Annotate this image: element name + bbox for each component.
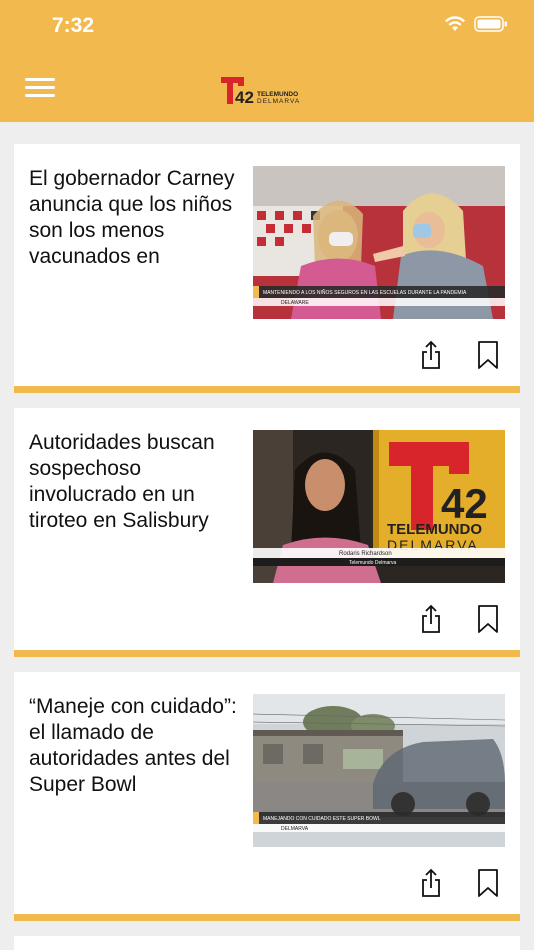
article-title[interactable]: El gobernador Carney anuncia que los niñ… [29, 166, 241, 270]
article-feed: El gobernador Carney anuncia que los niñ… [14, 144, 520, 936]
thumb-org: Telemundo Delmarva [349, 560, 396, 566]
bookmark-icon[interactable] [476, 339, 500, 371]
article-thumbnail[interactable]: MANTENIENDO A LOS NIÑOS SEGUROS EN LAS E… [253, 166, 505, 319]
article-card[interactable]: Autoridades buscan sospechoso involucrad… [14, 408, 520, 657]
thumb-name: Rodaris Richardson [339, 551, 392, 557]
wifi-icon [445, 16, 465, 31]
thumb-location: DELMARVA [281, 826, 309, 832]
thumb-logo-line1: TELEMUNDO [387, 521, 482, 538]
share-icon[interactable] [419, 603, 443, 635]
thumb-location: DELAWARE [281, 300, 309, 306]
battery-icon [474, 16, 507, 32]
logo-number: 42 [235, 88, 254, 106]
article-thumbnail[interactable]: 42 TELEMUNDO DELMARVA Rodaris Richardson… [253, 430, 505, 583]
article-thumbnail[interactable]: MANEJANDO CON CUIDADO ESTE SUPER BOWL DE… [253, 694, 505, 847]
thumb-logo-number: 42 [441, 480, 488, 527]
top-bar: 7:32 42 TELEMUNDO DELMARVA [0, 0, 534, 122]
share-icon[interactable] [419, 339, 443, 371]
article-actions [419, 339, 500, 371]
logo-line2: DELMARVA [257, 98, 300, 105]
telemundo-logo: 42 TELEMUNDO DELMARVA [221, 77, 300, 106]
article-actions [419, 867, 500, 899]
article-card[interactable]: El gobernador Carney anuncia que los niñ… [14, 144, 520, 393]
logo-line1: TELEMUNDO [257, 91, 298, 98]
article-card[interactable]: “Maneje con cuidado”: el llamado de auto… [14, 672, 520, 921]
bookmark-icon[interactable] [476, 867, 500, 899]
card-divider [14, 386, 520, 393]
article-card-partial[interactable] [14, 936, 520, 950]
share-icon[interactable] [419, 867, 443, 899]
thumb-caption: MANEJANDO CON CUIDADO ESTE SUPER BOWL [263, 816, 381, 822]
article-title[interactable]: Autoridades buscan sospechoso involucrad… [29, 430, 241, 534]
article-actions [419, 603, 500, 635]
status-icons [444, 16, 508, 32]
thumb-caption: MANTENIENDO A LOS NIÑOS SEGUROS EN LAS E… [263, 289, 467, 296]
article-title[interactable]: “Maneje con cuidado”: el llamado de auto… [29, 694, 241, 798]
bookmark-icon[interactable] [476, 603, 500, 635]
card-divider [14, 914, 520, 921]
hamburger-menu-icon[interactable] [25, 78, 55, 98]
status-time: 7:32 [52, 14, 95, 37]
card-divider [14, 650, 520, 657]
